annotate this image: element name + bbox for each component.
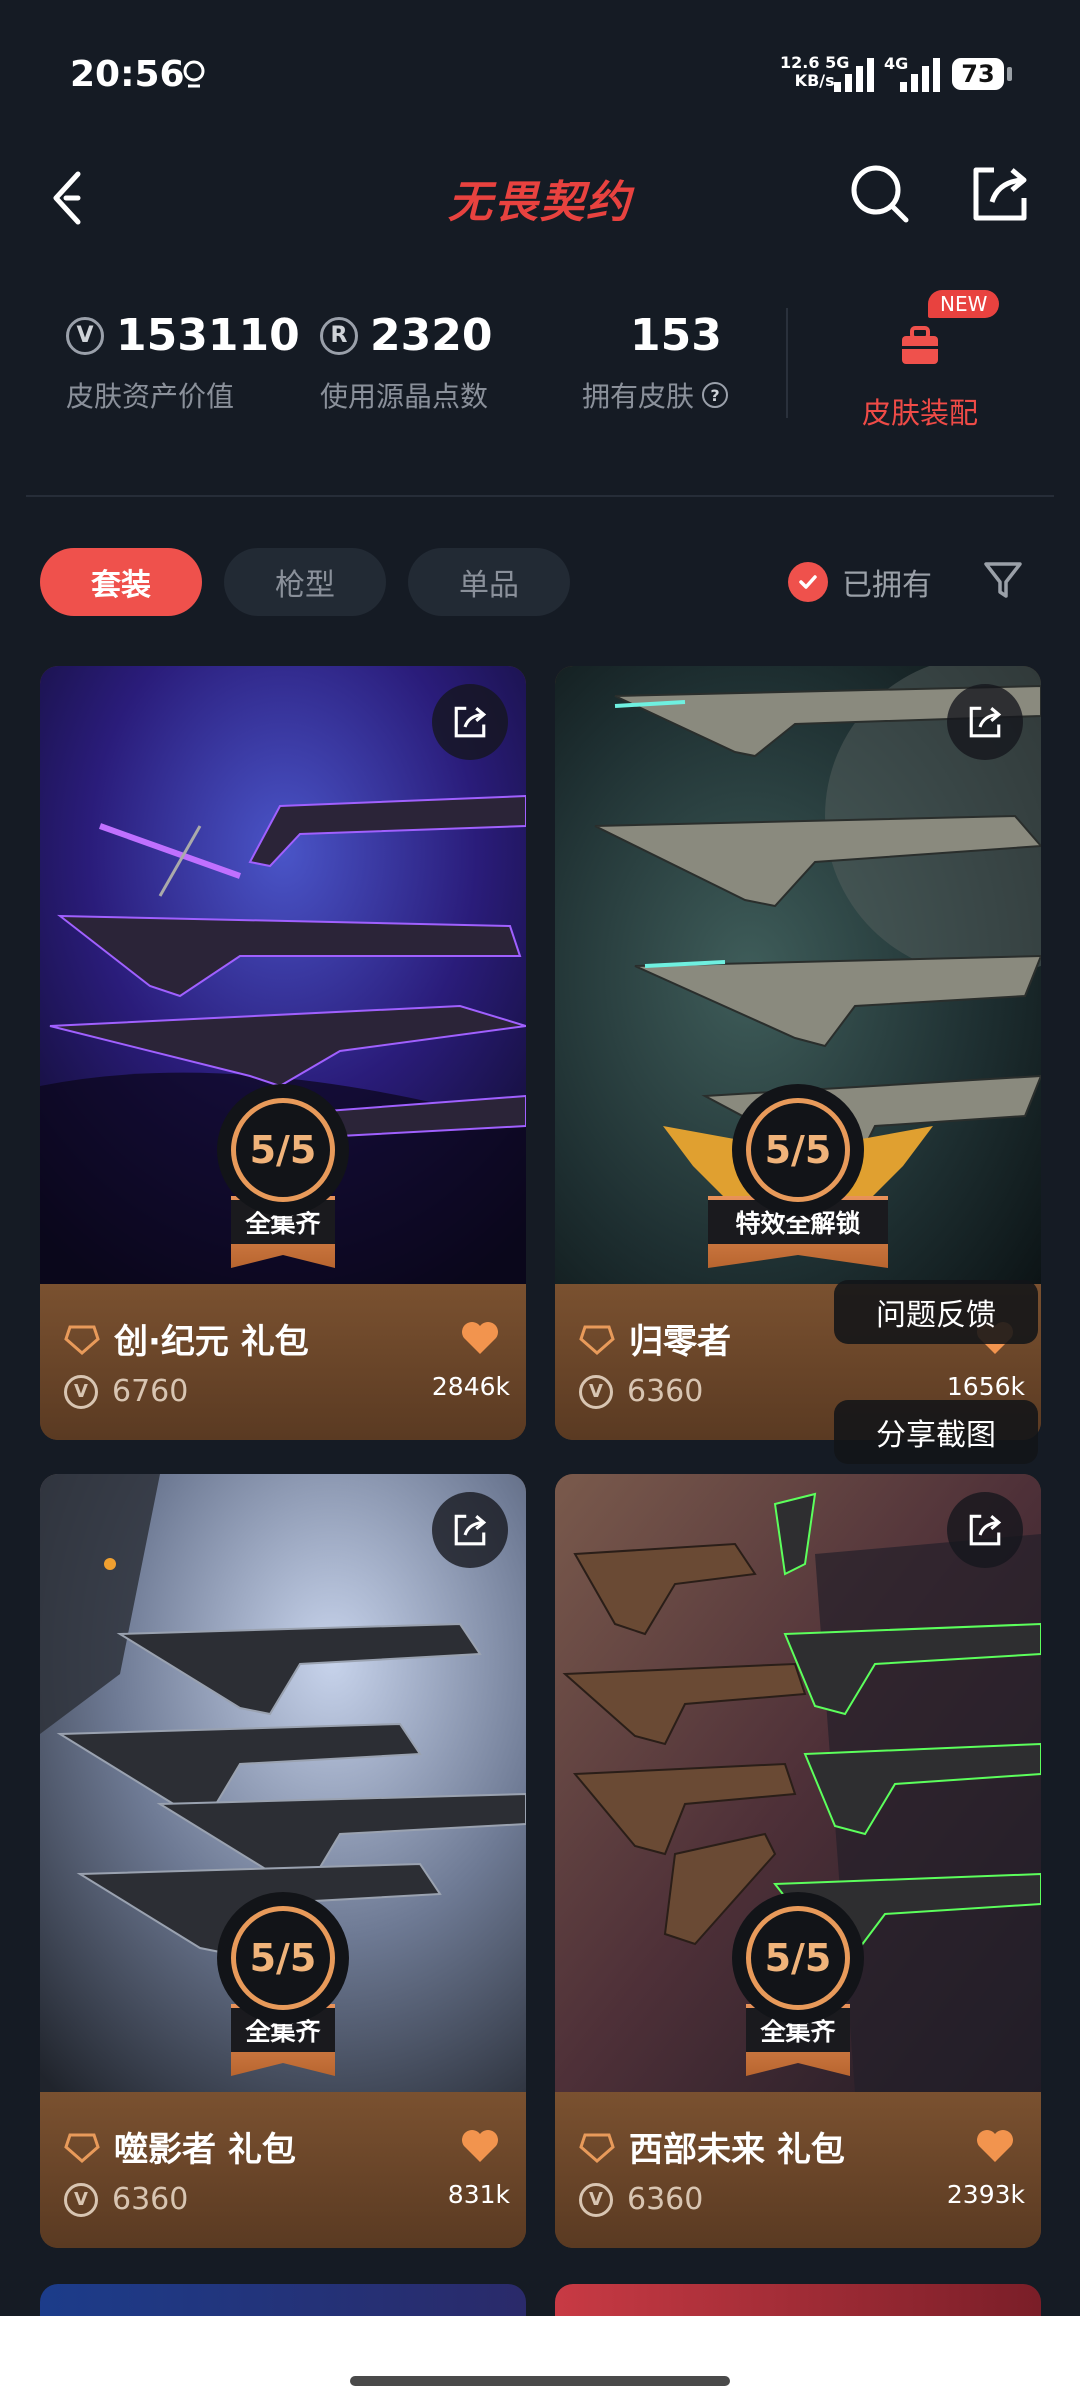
tab-gun-types[interactable]: 枪型 [224,548,386,616]
card-footer: 西部未来 礼包 V 6360 2393k [555,2092,1041,2248]
bundle-card-peek[interactable] [40,2284,526,2318]
location-icon [183,60,205,88]
loadout-bag-icon [902,326,938,364]
share-icon[interactable] [968,162,1032,226]
status-time: 20:56 [70,54,185,95]
collection-badge: 全集齐 5/5 [217,1084,349,1284]
filter-icon[interactable] [982,558,1024,602]
bundle-card[interactable]: 全集齐 5/5 噬影者 礼包 V 6360 831k [40,1474,526,2248]
section-divider [26,495,1054,497]
bundle-card[interactable]: 全集齐 5/5 创·纪元 礼包 V 6760 2846k [40,666,526,1440]
signal-5g-icon [834,58,874,92]
home-indicator[interactable] [350,2376,730,2386]
like-count: 1656k [946,1372,1025,1401]
card-footer: 噬影者 礼包 V 6360 831k [40,2092,526,2248]
card-share-button[interactable] [432,684,508,760]
bundle-name: 创·纪元 礼包 [114,1322,309,1362]
radianite-label: 使用源晶点数 [320,380,489,413]
bundle-price: 6360 [627,2182,704,2217]
card-footer: 创·纪元 礼包 V 6760 2846k [40,1284,526,1440]
skin-loadout-button[interactable]: NEW 皮肤装配 [840,290,1000,430]
tier-icon [579,1325,615,1355]
new-badge: NEW [928,290,1000,318]
collection-badge: 全集齐 5/5 [217,1892,349,2092]
heart-icon[interactable] [975,2128,1015,2164]
bundle-price: 6360 [112,2182,189,2217]
status-bar: 20:56 12.6 5G KB/s 4G 73 [0,0,1080,150]
collection-progress: 5/5 [746,1098,850,1202]
like-count: 2393k [946,2180,1025,2209]
collection-progress: 5/5 [231,1098,335,1202]
stat-radianite: R 2320 使用源晶点数 [320,310,492,415]
loadout-label: 皮肤装配 [861,396,978,430]
card-share-button[interactable] [947,684,1023,760]
help-icon[interactable]: ? [702,382,729,408]
skins-owned-value: 153 [630,310,722,361]
navigation-bar [0,2316,1080,2403]
skins-owned-label: 拥有皮肤 [582,380,695,413]
vp-coin-icon: V [64,2182,98,2217]
vp-coin-icon: V [579,1374,613,1409]
bundle-price: 6360 [627,1374,704,1409]
heart-icon[interactable] [460,2128,500,2164]
vp-coin-icon: V [66,316,104,355]
tier-icon [579,2133,615,2163]
search-icon[interactable] [848,162,912,226]
net-speed-value: 12.6 [780,53,820,72]
vp-coin-icon: V [579,2182,613,2217]
card-share-button[interactable] [947,1492,1023,1568]
bundle-name: 噬影者 礼包 [114,2130,296,2170]
card-share-button[interactable] [432,1492,508,1568]
like-count: 831k [447,2180,510,2209]
signal-4g-icon [900,58,940,92]
tab-single-items[interactable]: 单品 [408,548,570,616]
bundle-card-peek[interactable] [555,2284,1041,2318]
like-count: 2846k [431,1372,510,1401]
bundle-name: 归零者 [629,1322,731,1362]
tab-bundles[interactable]: 套装 [40,548,202,616]
bundle-name: 西部未来 礼包 [629,2130,845,2170]
check-icon [788,562,828,602]
owned-filter-toggle[interactable]: 已拥有 [788,560,932,604]
back-arrow-icon[interactable] [44,162,92,234]
collection-progress: 5/5 [746,1906,850,2010]
tier-icon [64,1325,100,1355]
collection-progress: 5/5 [231,1906,335,2010]
app-logo-title: 无畏契约 [448,177,632,228]
bundle-price: 6760 [112,1374,189,1409]
category-tabs: 套装 枪型 单品 [40,548,570,616]
collection-badge: 全集齐 5/5 [732,1892,864,2092]
asset-value-label: 皮肤资产价值 [66,380,235,413]
stats-divider [786,308,788,418]
stat-asset-value: V 153110 皮肤资产价值 [66,310,300,415]
feedback-button[interactable]: 问题反馈 [834,1280,1038,1344]
radianite-value: 2320 [370,310,493,361]
stat-skins-owned[interactable]: 153 拥有皮肤? [582,310,729,415]
asset-value: 153110 [116,310,300,361]
share-screenshot-button[interactable]: 分享截图 [834,1400,1038,1464]
tier-icon [64,2133,100,2163]
battery-indicator: 73 [952,58,1012,90]
owned-filter-label: 已拥有 [842,568,932,603]
heart-icon[interactable] [460,1320,500,1356]
collection-badge: 特效全解锁 5/5 [708,1084,888,1284]
radianite-icon: R [320,316,358,355]
vp-coin-icon: V [64,1374,98,1409]
bundle-card[interactable]: 全集齐 5/5 西部未来 礼包 V 6360 2393k [555,1474,1041,2248]
